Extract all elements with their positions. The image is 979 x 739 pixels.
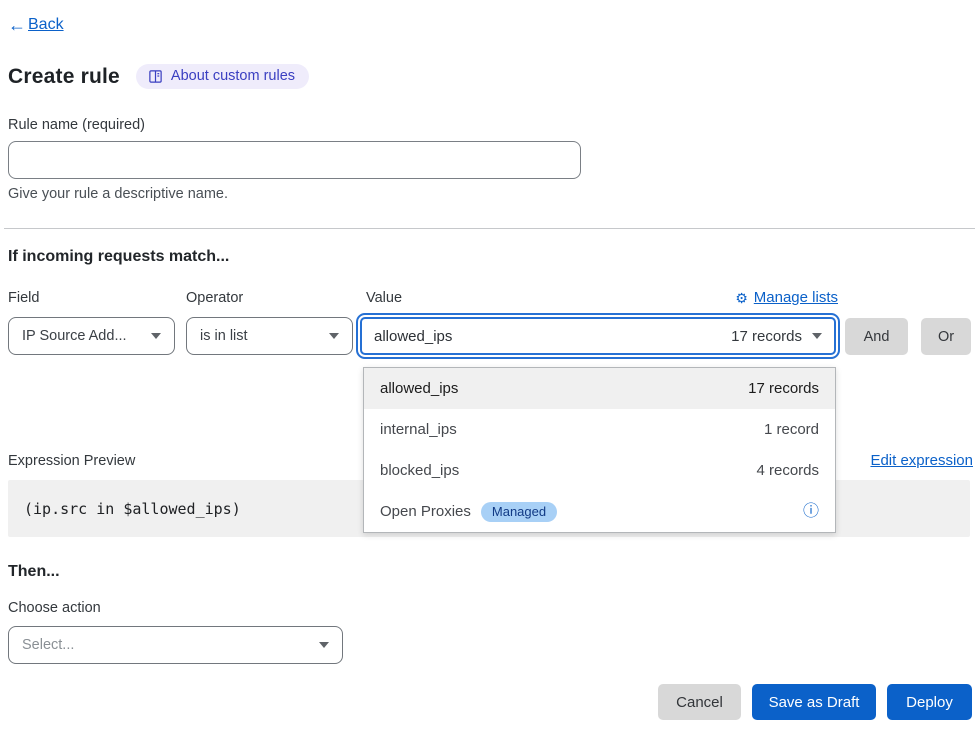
edit-expression-label: Edit expression — [870, 452, 973, 469]
about-custom-rules-link[interactable]: About custom rules — [136, 64, 309, 89]
manage-lists-label: Manage lists — [754, 289, 838, 306]
about-badge-label: About custom rules — [171, 68, 295, 84]
info-icon[interactable]: ⓘ — [803, 504, 819, 520]
back-arrow-icon: ← — [8, 16, 26, 34]
rule-name-label: Rule name (required) — [8, 117, 145, 133]
action-select[interactable]: Select... — [8, 626, 343, 664]
footer-actions: Cancel Save as Draft Deploy — [658, 684, 972, 720]
action-select-placeholder: Select... — [22, 637, 74, 653]
cancel-button[interactable]: Cancel — [658, 684, 741, 720]
book-icon — [148, 69, 163, 84]
list-option-name: allowed_ips — [380, 380, 458, 397]
section-divider — [4, 228, 975, 229]
value-combobox[interactable]: allowed_ips 17 records — [356, 313, 840, 359]
expression-preview-label: Expression Preview — [8, 453, 135, 469]
match-heading: If incoming requests match... — [8, 248, 229, 266]
value-label: Value — [366, 290, 402, 306]
save-as-draft-button[interactable]: Save as Draft — [752, 684, 876, 720]
edit-expression-link[interactable]: Edit expression — [870, 452, 973, 469]
back-link[interactable]: ← Back — [8, 16, 64, 34]
create-rule-page: ← Back Create rule About custom rules Ru… — [0, 0, 979, 739]
value-selected-list: allowed_ips — [374, 328, 721, 345]
rule-name-input[interactable] — [8, 141, 581, 179]
list-dropdown: allowed_ips 17 records internal_ips 1 re… — [363, 367, 836, 533]
chevron-down-icon — [812, 333, 822, 339]
list-option-name: blocked_ips — [380, 462, 459, 479]
or-button[interactable]: Or — [921, 318, 971, 355]
list-option-internal-ips[interactable]: internal_ips 1 record — [364, 409, 835, 450]
value-selected-records: 17 records — [731, 328, 802, 345]
chevron-down-icon — [329, 333, 339, 339]
chevron-down-icon — [319, 642, 329, 648]
list-option-meta: 1 record — [764, 421, 819, 438]
value-combobox-inner: allowed_ips 17 records — [360, 317, 836, 355]
deploy-button[interactable]: Deploy — [887, 684, 972, 720]
list-option-name: internal_ips — [380, 421, 457, 438]
title-row: Create rule About custom rules — [8, 64, 309, 89]
and-button[interactable]: And — [845, 318, 908, 355]
operator-select[interactable]: is in list — [186, 317, 353, 355]
operator-label: Operator — [186, 290, 243, 306]
expression-code: (ip.src in $allowed_ips) — [24, 500, 241, 518]
field-select-value: IP Source Add... — [22, 328, 127, 344]
list-option-open-proxies[interactable]: Open Proxies Managed ⓘ — [364, 491, 835, 532]
back-link-label: Back — [28, 16, 64, 34]
list-option-allowed-ips[interactable]: allowed_ips 17 records — [364, 368, 835, 409]
rule-name-helper: Give your rule a descriptive name. — [8, 186, 228, 202]
then-heading: Then... — [8, 563, 60, 581]
field-select[interactable]: IP Source Add... — [8, 317, 175, 355]
operator-select-value: is in list — [200, 328, 248, 344]
field-label: Field — [8, 290, 39, 306]
list-option-meta: 4 records — [756, 462, 819, 479]
chevron-down-icon — [151, 333, 161, 339]
page-title: Create rule — [8, 65, 120, 89]
choose-action-label: Choose action — [8, 600, 101, 616]
managed-badge: Managed — [481, 502, 557, 522]
list-option-name: Open Proxies — [380, 503, 471, 520]
gear-icon: ⚙ — [735, 291, 748, 305]
list-option-blocked-ips[interactable]: blocked_ips 4 records — [364, 450, 835, 491]
manage-lists-link[interactable]: ⚙ Manage lists — [735, 289, 838, 306]
list-option-meta: 17 records — [748, 380, 819, 397]
